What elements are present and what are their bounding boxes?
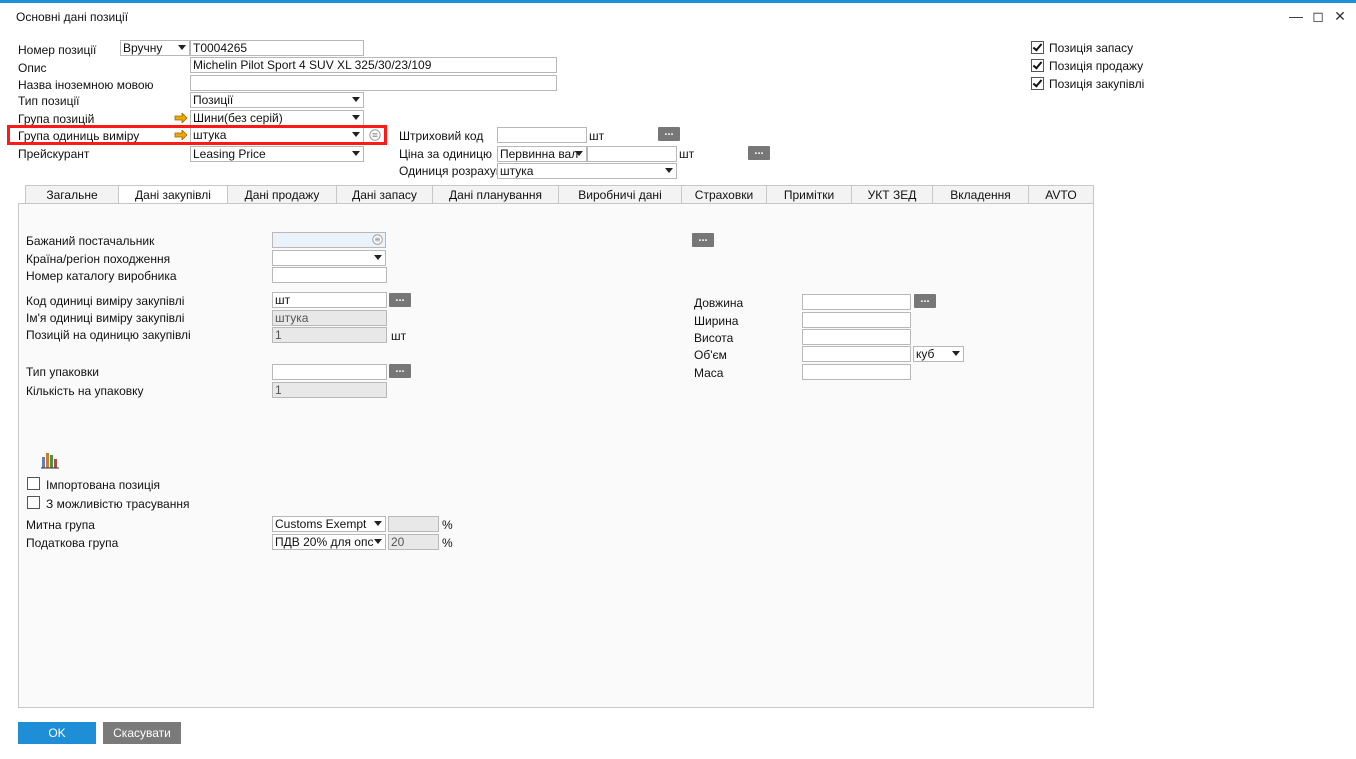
barcode-more-button[interactable]: ... [658, 127, 680, 141]
link-arrow-icon[interactable] [174, 113, 188, 123]
sales-item-checkbox[interactable] [1031, 59, 1044, 72]
customs-percent-field [388, 516, 439, 532]
cancel-button[interactable]: Скасувати [103, 722, 181, 744]
tab-insurance[interactable]: Страховки [681, 185, 767, 203]
length-label: Довжина [694, 296, 744, 310]
barcode-label: Штриховий код [399, 129, 484, 143]
width-field[interactable] [802, 312, 911, 328]
tab-inventory[interactable]: Дані запасу [336, 185, 433, 203]
volume-field[interactable] [802, 346, 911, 362]
tab-bar: Загальне Дані закупівлі Дані продажу Дан… [25, 185, 1094, 205]
foreign-name-label: Назва іноземною мовою [18, 78, 154, 92]
close-icon[interactable]: ✕ [1330, 6, 1350, 26]
foreign-name-field[interactable] [190, 75, 557, 91]
title-bar [0, 3, 1356, 31]
length-field[interactable] [802, 294, 911, 310]
country-select[interactable] [272, 250, 386, 266]
catalog-field[interactable] [272, 267, 387, 283]
item-type-select[interactable]: Позиції [190, 92, 364, 108]
barcode-unit: шт [589, 129, 605, 143]
tab-attachments[interactable]: Вкладення [932, 185, 1029, 203]
tax-label: Податкова група [26, 536, 119, 550]
inventory-item-checkbox[interactable] [1031, 41, 1044, 54]
list-icon[interactable] [372, 234, 383, 245]
unit-price-unit: шт [679, 147, 695, 161]
price-list-select[interactable]: Leasing Price [190, 146, 364, 162]
calc-unit-select[interactable]: штука [497, 163, 677, 179]
purchase-item-label: Позиція закупівлі [1049, 77, 1145, 91]
pack-type-field[interactable] [272, 364, 387, 380]
qty-per-pack-label: Кількість на упаковку [26, 384, 144, 398]
imported-checkbox[interactable] [27, 477, 40, 490]
catalog-label: Номер каталогу виробника [26, 269, 177, 283]
tab-avto[interactable]: AVTO [1028, 185, 1094, 203]
sales-item-label: Позиція продажу [1049, 59, 1144, 73]
uom-code-more-button[interactable]: ... [389, 293, 411, 307]
tax-select[interactable]: ПДВ 20% для опс [272, 534, 386, 550]
highlight-box [7, 125, 387, 145]
qty-per-pack-field: 1 [272, 382, 387, 398]
unit-price-field[interactable] [587, 146, 677, 162]
width-label: Ширина [694, 314, 739, 328]
vendor-label: Бажаний постачальник [26, 234, 155, 248]
item-group-select[interactable]: Шини(без серій) [190, 110, 364, 126]
items-per-unit-unit: шт [391, 329, 407, 343]
vendor-more-button[interactable]: ... [692, 233, 714, 247]
chart-icon[interactable] [40, 451, 60, 469]
customs-percent-sign: % [442, 518, 453, 532]
tab-remarks[interactable]: Примітки [766, 185, 852, 203]
uom-name-field: штука [272, 310, 387, 326]
item-type-label: Тип позиції [18, 94, 80, 108]
volume-label: Об'єм [694, 348, 727, 362]
height-field[interactable] [802, 329, 911, 345]
purchase-item-checkbox[interactable] [1031, 77, 1044, 90]
uom-name-label: Ім'я одиниці виміру закупівлі [26, 311, 185, 325]
height-label: Висота [694, 331, 734, 345]
tab-planning[interactable]: Дані планування [432, 185, 559, 203]
description-label: Опис [18, 61, 47, 75]
maximize-icon[interactable]: ◻ [1308, 6, 1328, 26]
price-more-button[interactable]: ... [748, 146, 770, 160]
dimensions-more-button[interactable]: ... [914, 294, 936, 308]
items-per-unit-field: 1 [272, 327, 387, 343]
minimize-icon[interactable]: — [1286, 6, 1306, 26]
customs-label: Митна група [26, 518, 95, 532]
volume-unit-select[interactable]: куб [913, 346, 964, 362]
uom-code-field[interactable]: шт [272, 292, 387, 308]
traceable-label: З можливістю трасування [46, 497, 190, 511]
tax-percent-sign: % [442, 536, 453, 550]
uom-code-label: Код одиниці виміру закупівлі [26, 294, 185, 308]
weight-label: Маса [694, 366, 724, 380]
items-per-unit-label: Позицій на одиницю закупівлі [26, 328, 191, 342]
item-group-label: Група позицій [18, 112, 95, 126]
unit-price-label: Ціна за одиницю [399, 147, 493, 161]
barcode-field[interactable] [497, 127, 587, 143]
pack-type-label: Тип упаковки [26, 365, 99, 379]
item-no-field[interactable]: T0004265 [190, 40, 364, 56]
tax-percent-field: 20 [388, 534, 439, 550]
pack-type-more-button[interactable]: ... [389, 364, 411, 378]
customs-select[interactable]: Customs Exempt [272, 516, 386, 532]
price-list-label: Прейскурант [18, 147, 90, 161]
country-label: Країна/регіон походження [26, 252, 171, 266]
inventory-item-label: Позиція запасу [1049, 41, 1134, 55]
weight-field[interactable] [802, 364, 911, 380]
ok-button[interactable]: OK [18, 722, 96, 744]
vendor-field[interactable] [272, 232, 386, 248]
tab-production[interactable]: Виробничі дані [558, 185, 682, 203]
description-field[interactable]: Michelin Pilot Sport 4 SUV XL 325/30/23/… [190, 57, 557, 73]
tab-sales[interactable]: Дані продажу [227, 185, 337, 203]
tab-customs-code[interactable]: УКТ ЗЕД [851, 185, 933, 203]
traceable-checkbox[interactable] [27, 496, 40, 509]
calc-unit-label: Одиниця розрахун [399, 164, 497, 178]
tab-purchasing[interactable]: Дані закупівлі [118, 185, 228, 205]
item-no-label: Номер позиції [18, 43, 97, 57]
tab-general[interactable]: Загальне [25, 185, 119, 203]
window-title: Основні дані позиції [16, 10, 129, 24]
numbering-select[interactable]: Вручну [120, 40, 190, 56]
tab-panel [18, 203, 1094, 708]
imported-label: Імпортована позиція [46, 478, 161, 492]
currency-select[interactable]: Первинна вал [497, 146, 587, 162]
